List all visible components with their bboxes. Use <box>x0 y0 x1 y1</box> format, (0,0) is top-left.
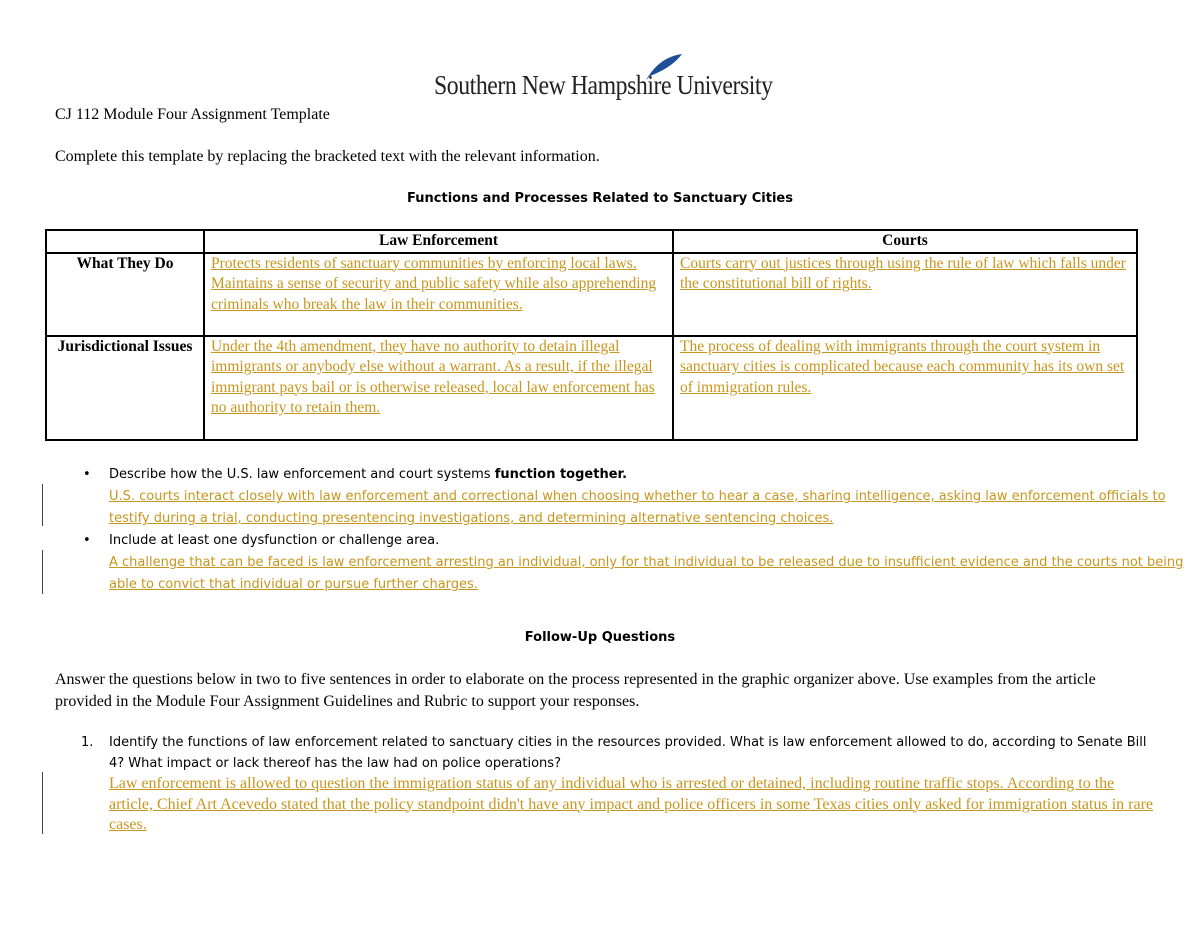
question-list: 1. Identify the functions of law enforce… <box>0 732 1200 836</box>
quill-leaf-icon <box>646 54 682 80</box>
question-answer[interactable]: Law enforcement is allowed to question t… <box>109 775 1153 833</box>
bullet-prompt: Describe how the U.S. law enforcement an… <box>109 467 495 482</box>
bullet-prompt-bold: function together. <box>494 467 628 482</box>
bullet-item: • Include at least one dysfunction or ch… <box>83 530 1200 596</box>
question-number: 1. <box>81 735 94 750</box>
header-cell-empty <box>45 229 205 254</box>
bullet-answer[interactable]: A challenge that can be faced is law enf… <box>109 555 1183 592</box>
graphic-organizer-table: Law Enforcement Courts What They Do Prot… <box>45 229 1138 441</box>
table-row: What They Do Protects residents of sanct… <box>45 251 1138 337</box>
bullet-list: • Describe how the U.S. law enforcement … <box>0 464 1200 596</box>
bullet-answer[interactable]: U.S. courts interact closely with law en… <box>109 489 1166 526</box>
document-title: CJ 112 Module Four Assignment Template <box>55 106 330 123</box>
answer-cell-courts-jurisdiction[interactable]: The process of dealing with immigrants t… <box>680 338 1124 396</box>
answer-cell-courts-what[interactable]: Courts carry out justices through using … <box>680 255 1126 293</box>
header-cell-courts: Courts <box>672 229 1138 254</box>
question-text: Identify the functions of law enforcemen… <box>109 735 1147 771</box>
follow-up-instructions: Answer the questions below in two to fiv… <box>55 671 1096 710</box>
header-cell-law-enforcement: Law Enforcement <box>203 229 674 254</box>
template-instructions: Complete this template by replacing the … <box>55 148 600 165</box>
bullet-dot-icon: • <box>83 467 91 482</box>
organizer-title: Functions and Processes Related to Sanct… <box>407 191 793 206</box>
row-label-jurisdictional-issues: Jurisdictional Issues <box>45 334 205 441</box>
snhu-logo: Southern New Hampshire University <box>434 52 774 102</box>
bullet-prompt: Include at least one dysfunction or chal… <box>109 533 440 548</box>
answer-cell-law-enforcement-jurisdiction[interactable]: Under the 4th amendment, they have no au… <box>211 338 655 417</box>
question-item: 1. Identify the functions of law enforce… <box>81 732 1149 774</box>
table-row: Jurisdictional Issues Under the 4th amen… <box>45 334 1138 441</box>
bullet-dot-icon: • <box>83 533 91 548</box>
row-label-what-they-do: What They Do <box>45 251 205 337</box>
logo-text: Southern New Hampshire University <box>434 70 773 100</box>
answer-cell-law-enforcement-what[interactable]: Protects residents of sanctuary communit… <box>211 255 656 313</box>
table-header-row: Law Enforcement Courts <box>45 229 1138 254</box>
bullet-item: • Describe how the U.S. law enforcement … <box>83 464 1200 530</box>
follow-up-title: Follow-Up Questions <box>524 630 676 645</box>
